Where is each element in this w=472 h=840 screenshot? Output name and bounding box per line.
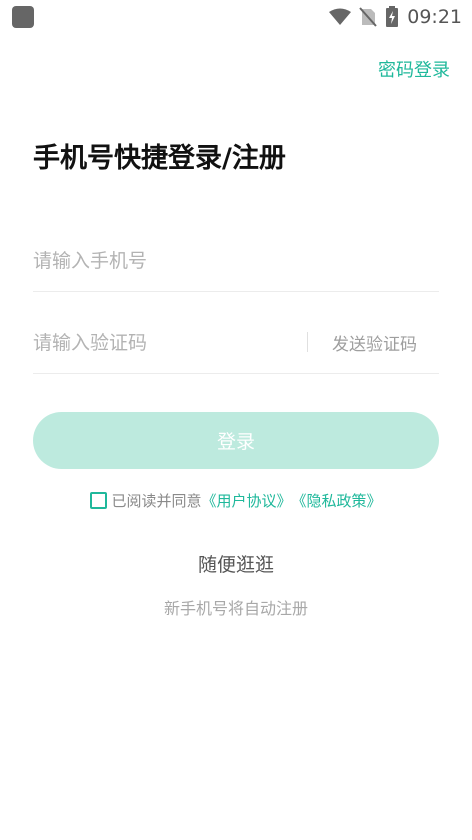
divider [307, 332, 308, 352]
no-sim-icon [359, 7, 377, 27]
agreement-checkbox[interactable] [90, 492, 108, 509]
user-agreement-link[interactable]: 《用户协议》 [201, 490, 291, 511]
wifi-icon [329, 8, 352, 25]
browse-link[interactable]: 随便逛逛 [0, 550, 472, 577]
code-field: 发送验证码 [33, 315, 439, 374]
auto-register-note: 新手机号将自动注册 [163, 599, 308, 618]
phone-field [33, 233, 439, 292]
status-time: 09:21 [407, 6, 462, 28]
agreement-prefix: 已阅读并同意 [111, 492, 202, 510]
send-code-button[interactable]: 发送验证码 [332, 330, 417, 355]
status-icons: 09:21 [329, 4, 462, 30]
phone-input[interactable] [33, 233, 293, 289]
battery-charging-icon [386, 6, 399, 27]
status-bar: 09:21 [0, 0, 472, 34]
app-icon [12, 6, 34, 28]
password-login-link[interactable]: 密码登录 [378, 56, 450, 82]
agreement-row: 已阅读并同意 《用户协议》 《隐私政策》 [0, 490, 472, 511]
page-title: 手机号快捷登录/注册 [33, 143, 286, 174]
privacy-policy-link[interactable]: 《隐私政策》 [292, 490, 382, 511]
login-button[interactable]: 登录 [33, 412, 439, 469]
verification-code-input[interactable] [33, 315, 293, 371]
